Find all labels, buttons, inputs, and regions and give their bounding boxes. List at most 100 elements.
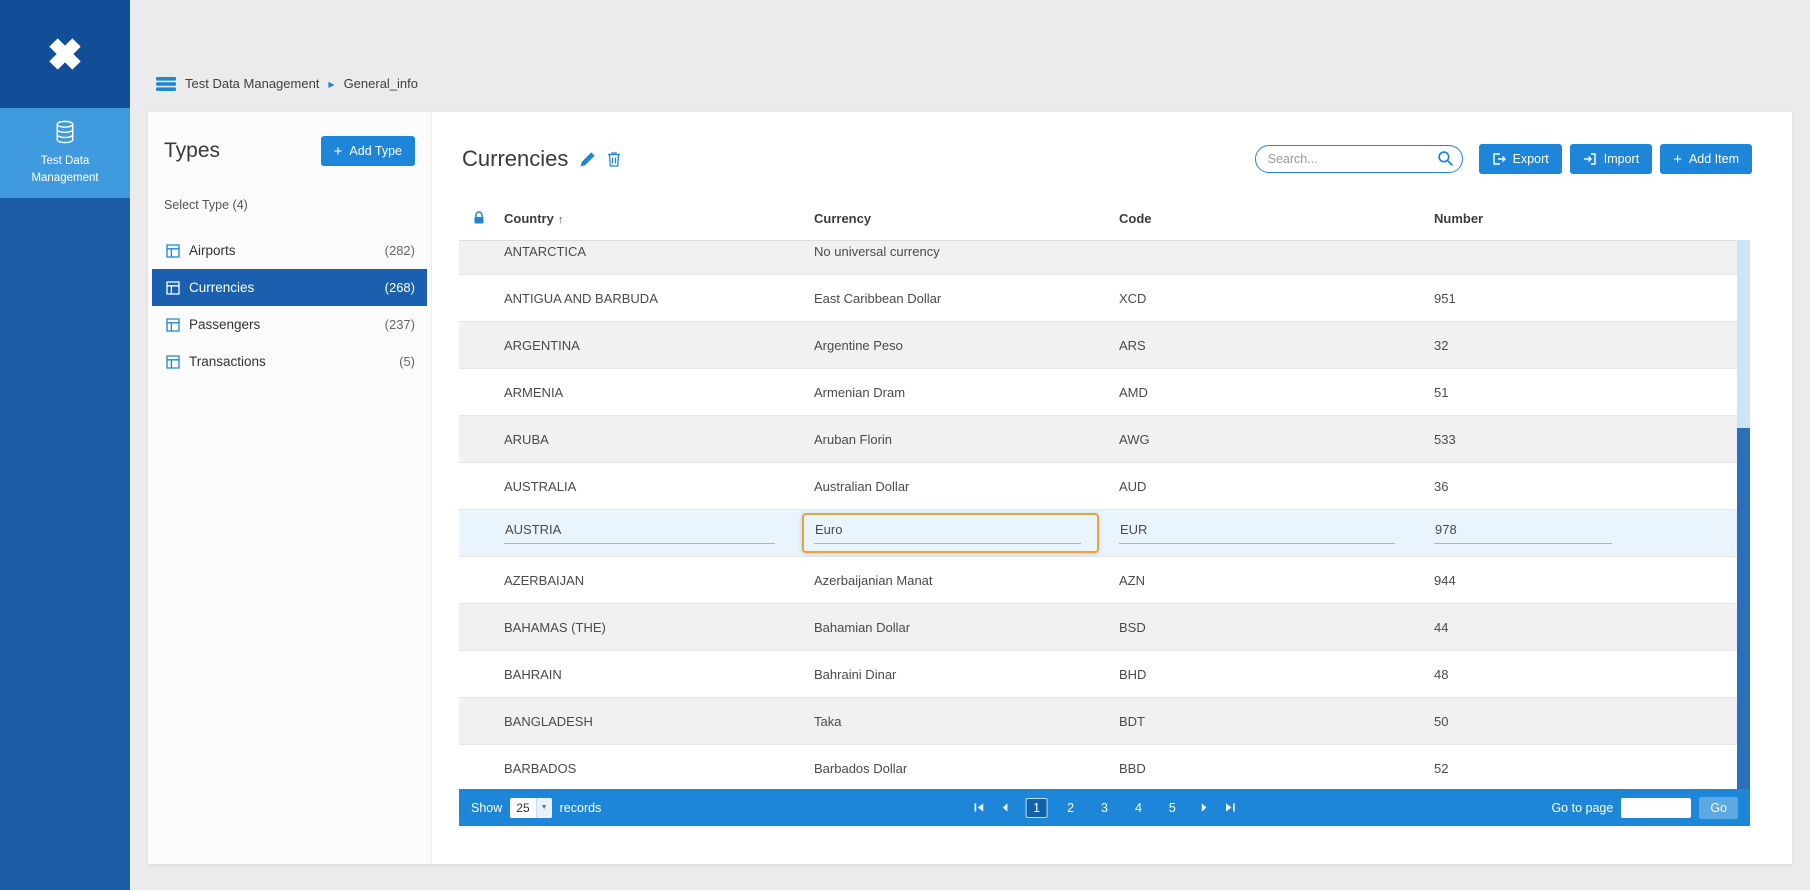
search-input[interactable]: [1255, 145, 1463, 173]
cell-country: AUSTRALIA: [504, 479, 814, 494]
cell-currency: Aruban Florin: [814, 432, 1119, 447]
cell-currency: Azerbaijanian Manat: [814, 573, 1119, 588]
first-page-button[interactable]: [973, 802, 984, 813]
table-row[interactable]: AUSTRIA Euro EUR 978: [459, 510, 1750, 557]
cell-number: 50: [1434, 714, 1750, 729]
scrollbar-thumb[interactable]: [1737, 428, 1750, 789]
go-button[interactable]: Go: [1699, 797, 1738, 819]
type-item-currencies[interactable]: Currencies (268): [152, 269, 427, 306]
add-type-label: Add Type: [349, 144, 402, 158]
edit-icon[interactable]: [579, 151, 596, 168]
cell-currency: Bahamian Dollar: [814, 620, 1119, 635]
table-row[interactable]: AZERBAIJAN Azerbaijanian Manat AZN 944: [459, 557, 1750, 604]
table-row[interactable]: AUSTRALIA Australian Dollar AUD 36: [459, 463, 1750, 510]
cell-country: ARUBA: [504, 432, 814, 447]
table-row[interactable]: BARBADOS Barbados Dollar BBD 52: [459, 745, 1750, 789]
page-button-4[interactable]: 4: [1127, 798, 1150, 818]
type-item-label: Transactions: [189, 354, 390, 369]
import-button[interactable]: Import: [1570, 144, 1652, 174]
cell-currency: No universal currency: [814, 244, 1119, 259]
cell-number: 533: [1434, 432, 1750, 447]
breadcrumb-item-general-info[interactable]: General_info: [344, 76, 418, 91]
cell-currency: Barbados Dollar: [814, 761, 1119, 776]
cell-code: EUR: [1119, 522, 1434, 544]
breadcrumb: Test Data Management General_info: [156, 76, 418, 91]
content-panel: Currencies: [432, 112, 1792, 864]
plus-icon: [1673, 152, 1682, 167]
column-header-code[interactable]: Code: [1119, 211, 1434, 226]
cell-code: ARS: [1119, 338, 1434, 353]
export-button[interactable]: Export: [1479, 144, 1562, 174]
type-item-count: (5): [399, 354, 415, 369]
breadcrumb-item-test-data-management[interactable]: Test Data Management: [185, 76, 319, 91]
page-size-select[interactable]: 25: [510, 798, 551, 818]
add-item-label: Add Item: [1689, 152, 1739, 166]
types-panel: Types Add Type Select Type (4) Airports …: [148, 112, 432, 864]
sidebar-item-label: Test Data Management: [22, 153, 108, 185]
table-icon: [166, 355, 180, 369]
content-header: Currencies: [432, 112, 1792, 196]
type-item-airports[interactable]: Airports (282): [152, 232, 427, 269]
cell-country: BANGLADESH: [504, 714, 814, 729]
goto-page-input[interactable]: [1621, 798, 1691, 818]
export-icon: [1492, 152, 1506, 166]
search-icon[interactable]: [1437, 150, 1454, 172]
table-header: Country Currency Code Number: [459, 196, 1750, 240]
type-item-passengers[interactable]: Passengers (237): [152, 306, 427, 343]
type-item-label: Passengers: [189, 317, 376, 332]
cell-country: BAHAMAS (THE): [504, 620, 814, 635]
lock-column-header[interactable]: [459, 211, 504, 225]
cell-country: BARBADOS: [504, 761, 814, 776]
add-item-button[interactable]: Add Item: [1660, 144, 1752, 174]
cell-number: 32: [1434, 338, 1750, 353]
export-label: Export: [1513, 152, 1549, 166]
main-area: Test Data Management General_info Types …: [130, 0, 1810, 890]
type-item-transactions[interactable]: Transactions (5): [152, 343, 427, 380]
cell-number: 48: [1434, 667, 1750, 682]
currencies-table: Country Currency Code Number ANTARCTICA …: [459, 196, 1750, 789]
cell-country: ARGENTINA: [504, 338, 814, 353]
types-list: Airports (282) Currencies (268) Passenge…: [152, 232, 427, 380]
sidebar-item-test-data-management[interactable]: Test Data Management: [0, 108, 130, 198]
last-page-button[interactable]: [1225, 802, 1236, 813]
column-header-currency[interactable]: Currency: [814, 211, 1119, 226]
next-page-button[interactable]: [1199, 802, 1210, 813]
cell-code: AMD: [1119, 385, 1434, 400]
cell-code: BBD: [1119, 761, 1434, 776]
table-row[interactable]: ARMENIA Armenian Dram AMD 51: [459, 369, 1750, 416]
add-type-button[interactable]: Add Type: [321, 136, 415, 166]
records-label: records: [560, 801, 602, 815]
table-row[interactable]: ARGENTINA Argentine Peso ARS 32: [459, 322, 1750, 369]
prev-page-button[interactable]: [999, 802, 1010, 813]
page-button-1[interactable]: 1: [1025, 798, 1048, 818]
page-button-5[interactable]: 5: [1161, 798, 1184, 818]
table-icon: [166, 281, 180, 295]
cell-number: 44: [1434, 620, 1750, 635]
cell-code: XCD: [1119, 291, 1434, 306]
table-icon: [166, 244, 180, 258]
app-logo[interactable]: [0, 0, 130, 108]
table-row[interactable]: BANGLADESH Taka BDT 50: [459, 698, 1750, 745]
delete-icon[interactable]: [607, 151, 621, 167]
breadcrumb-arrow-icon: [328, 76, 334, 91]
cell-currency: Bahraini Dinar: [814, 667, 1119, 682]
page-button-2[interactable]: 2: [1059, 798, 1082, 818]
table-row[interactable]: ARUBA Aruban Florin AWG 533: [459, 416, 1750, 463]
page-controls: 12345: [973, 798, 1236, 818]
cell-country: AUSTRIA: [504, 522, 814, 544]
cell-country: ANTIGUA AND BARBUDA: [504, 291, 814, 306]
table-row[interactable]: ANTARCTICA No universal currency: [459, 240, 1750, 275]
table-row[interactable]: BAHRAIN Bahraini Dinar BHD 48: [459, 651, 1750, 698]
import-icon: [1583, 152, 1597, 166]
column-header-country[interactable]: Country: [504, 211, 814, 226]
vertical-scrollbar[interactable]: [1737, 240, 1750, 789]
cell-number: 36: [1434, 479, 1750, 494]
page-button-3[interactable]: 3: [1093, 798, 1116, 818]
type-item-label: Airports: [189, 243, 376, 258]
table-row[interactable]: BAHAMAS (THE) Bahamian Dollar BSD 44: [459, 604, 1750, 651]
pagination-bar: Show 25 records 1: [459, 789, 1750, 826]
column-header-number[interactable]: Number: [1434, 211, 1750, 226]
table-row[interactable]: ANTIGUA AND BARBUDA East Caribbean Dolla…: [459, 275, 1750, 322]
cell-code: BDT: [1119, 714, 1434, 729]
table-body: ANTARCTICA No universal currency ANTIGUA…: [459, 240, 1750, 789]
